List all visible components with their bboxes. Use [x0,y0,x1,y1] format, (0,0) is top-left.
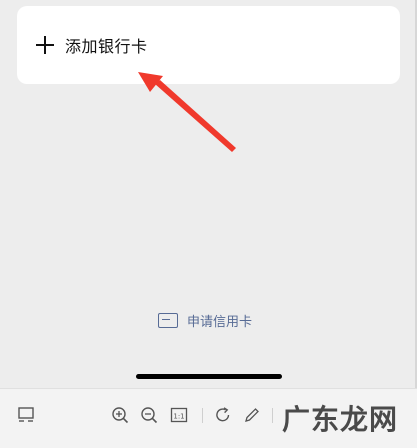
home-indicator[interactable] [136,374,282,379]
actual-size-button[interactable]: 1:1 [169,405,189,425]
add-bank-card-label: 添加银行卡 [65,37,148,56]
annotate-button[interactable] [242,405,262,425]
zoom-in-button[interactable] [110,405,130,425]
apply-credit-card-link[interactable]: 申请信用卡 [158,309,252,331]
thumbnail-toggle-button[interactable] [16,405,36,425]
toolbar-separator [202,408,203,423]
zoom-out-icon [141,407,158,424]
credit-card-icon [158,312,178,328]
zoom-in-icon [112,407,129,424]
apply-credit-card-label: 申请信用卡 [187,314,253,330]
rotate-button[interactable] [213,405,233,425]
watermark-text: 广东龙网 [282,403,399,436]
toolbar-separator [272,408,273,423]
rotate-icon [216,407,230,422]
actual-size-icon: 1:1 [170,407,188,423]
actual-size-label: 1:1 [173,412,184,420]
add-bank-card-button[interactable]: 添加银行卡 [17,6,400,84]
plus-icon [36,36,54,54]
wallet-screen: 添加银行卡 申请信用卡 [0,0,417,388]
annotation-arrow-shaft [155,80,236,152]
zoom-out-button[interactable] [139,405,159,425]
pencil-icon [245,408,259,422]
watermark: 广东龙网 [282,400,412,440]
thumbnail-icon [18,407,34,422]
